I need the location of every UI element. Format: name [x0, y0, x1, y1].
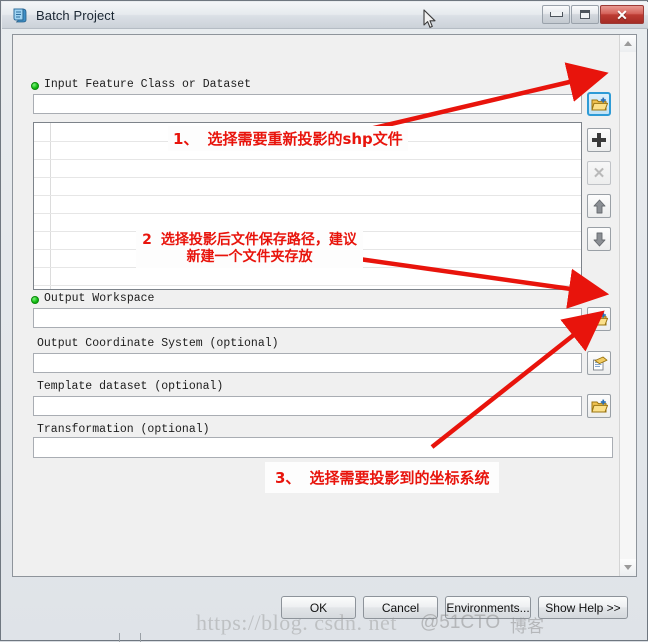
close-icon: ✕	[616, 6, 628, 23]
minimize-icon	[549, 12, 563, 17]
remove-list-item-button[interactable]: ✕	[587, 161, 611, 185]
transformation-field[interactable]	[33, 437, 613, 458]
annotation-text-2: 选择投影后文件保存路径，建议新建一个文件夹存放	[160, 232, 357, 265]
annotation-text-3: 选择需要投影到的坐标系统	[309, 469, 490, 487]
annotation-text-1: 选择需要重新投影的shp文件	[207, 130, 403, 148]
tool-parameters-panel: Input Feature Class or Dataset ✕ Output …	[12, 34, 637, 577]
coordinate-system-icon	[592, 356, 607, 370]
plus-icon	[592, 133, 606, 147]
title-bar[interactable]: Batch Project ✕	[2, 2, 648, 29]
scroll-up-button[interactable]	[620, 35, 636, 52]
add-list-item-button[interactable]	[587, 128, 611, 152]
annotation-number-2: 2	[142, 232, 152, 248]
open-folder-add-icon	[590, 399, 608, 412]
browse-template-dataset-button[interactable]	[587, 394, 611, 418]
label-input-feature-class: Input Feature Class or Dataset	[44, 78, 252, 91]
script-tool-icon	[11, 6, 29, 24]
move-item-up-button[interactable]	[587, 194, 611, 218]
output-coordinate-system-field[interactable]	[33, 353, 582, 373]
annotation-number-1: 1、	[173, 130, 199, 148]
maximize-icon	[580, 10, 590, 19]
minimize-button[interactable]	[542, 5, 570, 24]
watermark-url: https://blog. csdn. net	[196, 610, 397, 635]
show-help-button[interactable]: Show Help >>	[538, 596, 628, 619]
annotation-note-1: 1、 选择需要重新投影的shp文件	[168, 126, 408, 151]
label-transformation: Transformation (optional)	[37, 423, 210, 436]
mouse-cursor	[423, 9, 436, 28]
open-folder-add-icon	[590, 312, 608, 325]
list-gutter	[34, 123, 51, 289]
window-controls: ✕	[542, 5, 644, 24]
arrow-down-icon	[593, 232, 605, 246]
required-indicator-input-feature	[31, 82, 39, 90]
move-item-down-button[interactable]	[587, 227, 611, 251]
scroll-up-icon	[624, 41, 632, 46]
batch-project-window: Batch Project ✕ Input Feature Class or D…	[0, 0, 648, 642]
arrow-up-icon	[593, 199, 605, 213]
output-workspace-field[interactable]	[33, 308, 582, 328]
browse-input-feature-button[interactable]	[587, 92, 611, 116]
browse-coordinate-system-button[interactable]	[587, 351, 611, 375]
watermark-account: @51CTO	[420, 612, 501, 633]
annotation-number-3: 3、	[275, 469, 301, 487]
x-icon: ✕	[592, 164, 606, 182]
parameter-form: Input Feature Class or Dataset ✕ Output …	[13, 35, 621, 576]
required-indicator-output-workspace	[31, 296, 39, 304]
annotation-note-3: 3、 选择需要投影到的坐标系统	[265, 462, 500, 493]
input-feature-class-field[interactable]	[33, 94, 582, 114]
label-output-coordinate-system: Output Coordinate System (optional)	[37, 337, 279, 350]
open-folder-add-icon	[590, 97, 608, 110]
panel-scrollbar[interactable]	[619, 35, 636, 576]
maximize-button[interactable]	[571, 5, 599, 24]
annotation-note-2: 2 选择投影后文件保存路径，建议新建一个文件夹存放	[136, 230, 363, 268]
close-button[interactable]: ✕	[600, 5, 644, 24]
template-dataset-field[interactable]	[33, 396, 582, 416]
window-title: Batch Project	[36, 7, 115, 23]
watermark-suffix: 博客	[510, 617, 544, 637]
browse-output-workspace-button[interactable]	[587, 307, 611, 331]
label-template-dataset: Template dataset (optional)	[37, 380, 224, 393]
label-output-workspace: Output Workspace	[44, 292, 155, 305]
scroll-down-icon	[624, 565, 632, 570]
scroll-down-button[interactable]	[620, 559, 636, 576]
